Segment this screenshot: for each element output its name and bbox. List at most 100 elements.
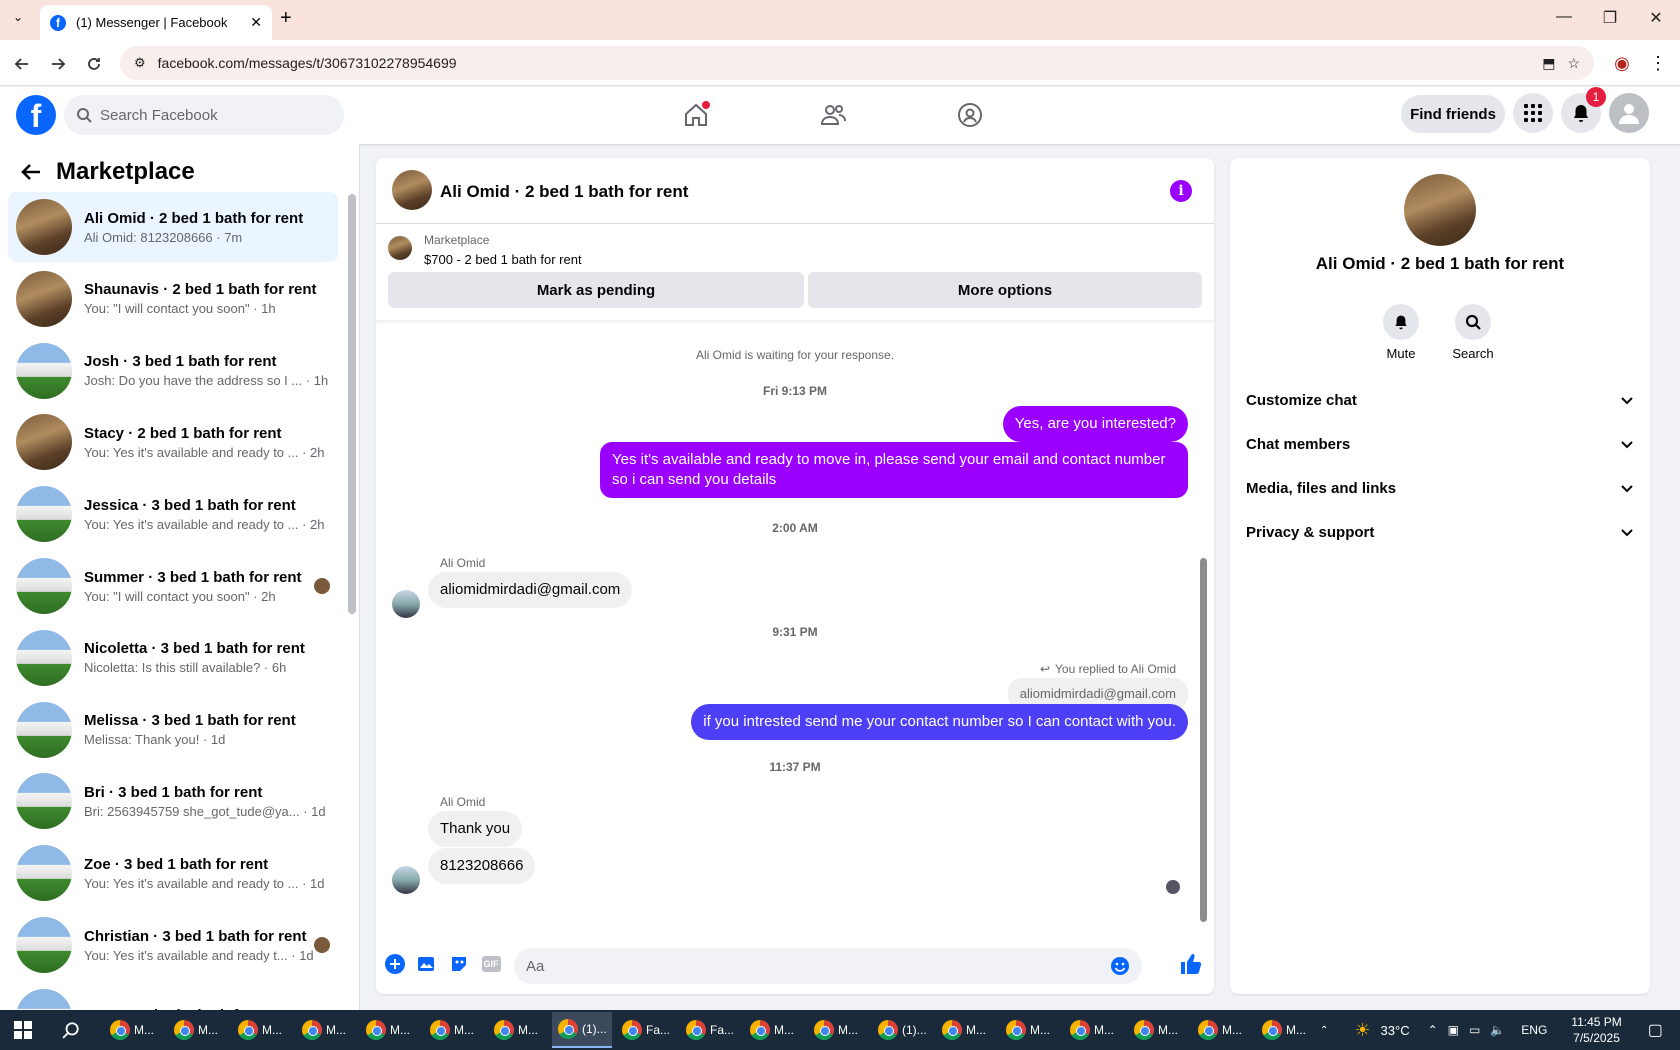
sticker-icon[interactable] [448,953,470,975]
sidebar-scrollbar[interactable] [348,194,356,614]
language-indicator[interactable]: ENG [1521,1023,1547,1037]
account-avatar[interactable] [1609,93,1649,133]
incoming-message[interactable]: 8123208666 [428,848,536,884]
taskbar-app-button[interactable]: Fa... [616,1012,676,1048]
emoji-icon[interactable] [1110,956,1130,976]
listing-thumbnail[interactable] [388,236,412,260]
conversation-item[interactable]: Christian · 3 bed 1 bath for rent You: Ye… [8,910,338,980]
minimize-icon[interactable]: — [1552,8,1576,26]
thumbs-up-icon[interactable] [1178,951,1204,977]
bookmark-star-icon[interactable]: ☆ [1567,55,1580,72]
facebook-logo[interactable]: f [16,95,56,135]
taskbar-app-button[interactable]: M... [168,1012,228,1048]
conversation-item[interactable]: Stacy · 2 bed 1 bath for rent You: Yes it… [8,407,338,477]
conversation-item[interactable]: Zoe · 3 bed 1 bath for rent You: Yes it's… [8,838,338,908]
details-section[interactable]: Privacy & support [1246,512,1634,552]
outgoing-message[interactable]: Yes, are you interested? [1002,406,1188,442]
search-icon [1455,304,1491,340]
mute-button[interactable]: Mute [1371,304,1431,361]
taskbar-app-button[interactable]: Fa... [680,1012,740,1048]
outgoing-message[interactable]: Yes it's available and ready to move in,… [600,442,1188,498]
address-bar[interactable]: ⚙ facebook.com/messages/t/30673102278954… [120,46,1594,80]
taskbar-search-icon[interactable] [62,1021,80,1039]
taskbar-app-button[interactable]: M... [1000,1012,1060,1048]
message-input[interactable]: Aa [514,948,1142,984]
clock[interactable]: 11:45 PM 7/5/2025 [1571,1014,1621,1046]
taskbar-app-button[interactable]: M... [1128,1012,1188,1048]
groups-icon[interactable] [950,97,990,133]
camera-icon[interactable]: ▣ [1448,1023,1459,1037]
search-in-conversation-button[interactable]: Search [1443,304,1503,361]
taskbar-app-button[interactable]: M... [744,1012,804,1048]
taskbar-app-button[interactable]: M... [360,1012,420,1048]
incoming-message[interactable]: aliomidmirdadi@gmail.com [428,572,633,608]
plus-actions-icon[interactable] [384,953,406,975]
taskbar-app-button[interactable]: M... [104,1012,164,1048]
taskbar-app-button[interactable]: (1)... [872,1012,932,1048]
attach-photo-icon[interactable] [416,953,438,975]
gif-icon[interactable]: GIF [480,953,502,975]
taskbar-app-button[interactable]: M... [1192,1012,1252,1048]
mark-as-pending-button[interactable]: Mark as pending [388,272,804,308]
network-icon[interactable]: ▭ [1469,1023,1480,1037]
browser-menu-icon[interactable]: ⋮ [1646,51,1670,75]
reload-icon[interactable] [82,52,106,76]
forward-icon[interactable] [46,52,70,76]
conversation-item[interactable]: Bri · 3 bed 1 bath for rent Bri: 25639457… [8,766,338,836]
details-section[interactable]: Customize chat [1246,380,1634,420]
taskbar-app-button[interactable]: M... [232,1012,292,1048]
outgoing-message[interactable]: if you intrested send me your contact nu… [691,704,1188,740]
start-windows-icon[interactable] [14,1021,32,1039]
sender-avatar[interactable] [392,590,420,618]
taskbar-app-button[interactable]: M... [1256,1012,1316,1048]
details-section[interactable]: Media, files and links [1246,468,1634,508]
tab-list-button[interactable]: ⌄ [8,10,28,30]
incoming-message[interactable]: Thank you [428,811,523,847]
browser-tab-messenger[interactable]: f (1) Messenger | Facebook ✕ [40,5,272,40]
details-section[interactable]: Chat members [1246,424,1634,464]
taskbar-app-button[interactable]: M... [424,1012,484,1048]
taskbar-app-button[interactable]: M... [488,1012,548,1048]
conversation-item[interactable]: Shaunavis · 2 bed 1 bath for rent You: "I… [8,264,338,334]
restore-icon[interactable]: ❐ [1598,8,1622,28]
chat-avatar[interactable] [392,170,432,210]
chat-title[interactable]: Ali Omid · 2 bed 1 bath for rent [440,182,688,202]
taskbar-app-button[interactable]: (1)... [552,1012,612,1048]
notifications-icon[interactable]: ▢ [1648,1020,1663,1040]
taskbar-app-button[interactable]: M... [808,1012,868,1048]
install-app-icon[interactable]: ⬒ [1542,55,1555,72]
taskbar-app-button[interactable]: M... [296,1012,356,1048]
menu-grid-icon[interactable] [1513,93,1553,133]
close-window-icon[interactable]: ✕ [1644,8,1668,28]
close-tab-icon[interactable]: ✕ [250,14,262,31]
conversation-item[interactable]: Jessica · 3 bed 1 bath for rent You: Yes … [8,479,338,549]
sender-avatar[interactable] [392,866,420,894]
conversation-item[interactable]: Nicoletta · 3 bed 1 bath for rent Nicolet… [8,623,338,693]
weather-icon[interactable]: ☀ [1354,1020,1370,1041]
home-icon[interactable] [676,97,716,133]
back-arrow-icon[interactable] [20,162,42,182]
contact-avatar[interactable] [1404,174,1476,246]
chat-scrollbar[interactable] [1200,558,1207,922]
site-settings-icon[interactable]: ⚙ [134,55,146,71]
listing-title[interactable]: $700 - 2 bed 1 bath for rent [424,252,582,267]
conversation-info-icon[interactable]: i [1170,180,1192,202]
show-hidden-icons[interactable]: ⌃ [1320,1025,1328,1036]
conversation-item[interactable]: Ali Omid · 2 bed 1 bath for rent Ali Omid… [8,192,338,262]
conversation-item[interactable]: MrLee · 3 bed 1 bath for rent [8,982,338,1010]
more-options-button[interactable]: More options [808,272,1202,308]
conversation-item[interactable]: Josh · 3 bed 1 bath for rent Josh: Do you… [8,336,338,406]
facebook-search-input[interactable]: Search Facebook [64,95,344,135]
volume-muted-icon[interactable]: 🔈 [1490,1023,1505,1037]
back-icon[interactable] [10,52,34,76]
weather-temp[interactable]: 33°C [1381,1023,1410,1038]
find-friends-button[interactable]: Find friends [1401,95,1505,133]
new-tab-button[interactable]: + [280,7,292,30]
conversation-item[interactable]: Melissa · 3 bed 1 bath for rent Melissa: … [8,695,338,765]
profile-icon[interactable]: ◉ [1610,51,1634,75]
friends-icon[interactable] [813,97,853,133]
tray-chevron-icon[interactable]: ⌃ [1428,1023,1438,1037]
taskbar-app-button[interactable]: M... [1064,1012,1124,1048]
taskbar-app-button[interactable]: M... [936,1012,996,1048]
conversation-item[interactable]: Summer · 3 bed 1 bath for rent You: "I wi… [8,551,338,621]
